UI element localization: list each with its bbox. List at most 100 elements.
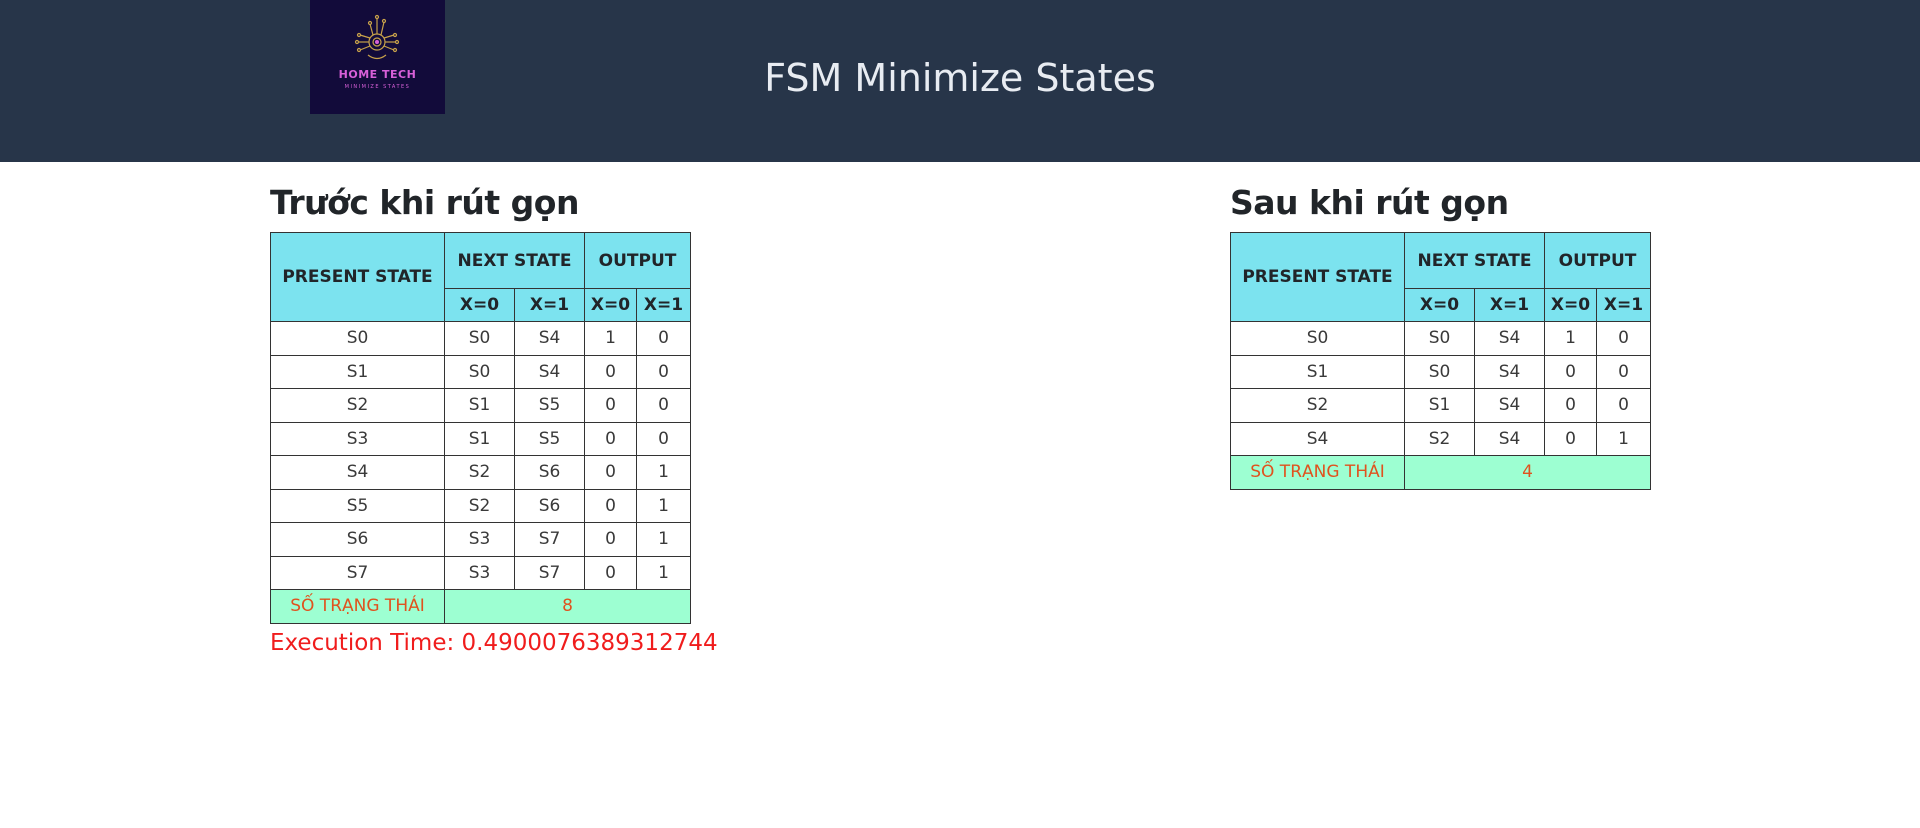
col-next-x0: X=0 (444, 288, 515, 322)
after-section: Sau khi rút gọn PRESENT STATE NEXT STATE… (1230, 178, 1651, 490)
table-row: S1 S0 S4 0 0 (1230, 354, 1651, 389)
before-section: Trước khi rút gọn PRESENT STATE NEXT STA… (270, 178, 718, 656)
col-output-x0: X=0 (584, 288, 637, 322)
table-row: S1 S0 S4 0 0 (270, 354, 691, 389)
output-x0-cell: 0 (1544, 354, 1597, 389)
next-x1-cell: S4 (514, 321, 585, 356)
present-state-cell: S1 (270, 354, 445, 389)
col-output-x0: X=0 (1544, 288, 1597, 322)
output-x1-cell: 0 (636, 388, 691, 423)
output-x0-cell: 0 (584, 388, 637, 423)
col-present-state: PRESENT STATE (270, 232, 445, 322)
next-x0-cell: S3 (444, 522, 515, 557)
output-x0-cell: 0 (584, 522, 637, 557)
next-x1-cell: S4 (1474, 321, 1545, 356)
present-state-cell: S4 (1230, 421, 1405, 456)
col-next-state: NEXT STATE (1404, 232, 1545, 289)
output-x0-cell: 0 (1544, 421, 1597, 456)
next-x0-cell: S1 (444, 388, 515, 423)
next-x0-cell: S0 (444, 321, 515, 356)
after-heading: Sau khi rút gọn (1230, 183, 1509, 222)
output-x1-cell: 1 (636, 522, 691, 557)
col-present-state: PRESENT STATE (1230, 232, 1405, 322)
state-count-value: 4 (1404, 455, 1651, 490)
col-output: OUTPUT (1544, 232, 1651, 289)
table-row: S7 S3 S7 0 1 (270, 555, 691, 590)
next-x0-cell: S3 (444, 555, 515, 590)
present-state-cell: S1 (1230, 354, 1405, 389)
output-x1-cell: 0 (1596, 354, 1651, 389)
col-next-x1: X=1 (514, 288, 585, 322)
table-row: S4 S2 S4 0 1 (1230, 421, 1651, 456)
next-x0-cell: S2 (444, 455, 515, 490)
next-x1-cell: S5 (514, 421, 585, 456)
next-x1-cell: S4 (514, 354, 585, 389)
table-row: S5 S2 S6 0 1 (270, 488, 691, 523)
present-state-cell: S7 (270, 555, 445, 590)
table-row: S2 S1 S5 0 0 (270, 388, 691, 423)
next-x0-cell: S0 (1404, 354, 1475, 389)
output-x1-cell: 1 (1596, 421, 1651, 456)
output-x0-cell: 1 (584, 321, 637, 356)
before-table: PRESENT STATE NEXT STATE OUTPUT X=0 X=1 … (270, 232, 691, 624)
present-state-cell: S4 (270, 455, 445, 490)
col-next-x1: X=1 (1474, 288, 1545, 322)
output-x1-cell: 0 (636, 354, 691, 389)
table-row: S4 S2 S6 0 1 (270, 455, 691, 490)
output-x0-cell: 0 (584, 421, 637, 456)
next-x0-cell: S0 (444, 354, 515, 389)
present-state-cell: S3 (270, 421, 445, 456)
table-row: S3 S1 S5 0 0 (270, 421, 691, 456)
output-x0-cell: 1 (1544, 321, 1597, 356)
output-x0-cell: 0 (1544, 388, 1597, 423)
next-x1-cell: S4 (1474, 421, 1545, 456)
output-x1-cell: 0 (1596, 388, 1651, 423)
next-x1-cell: S5 (514, 388, 585, 423)
present-state-cell: S5 (270, 488, 445, 523)
before-heading: Trước khi rút gọn (270, 183, 579, 222)
col-next-state: NEXT STATE (444, 232, 585, 289)
output-x1-cell: 1 (636, 488, 691, 523)
state-count-row: SỐ TRẠNG THÁI 8 (270, 589, 691, 624)
page-title: FSM Minimize States (764, 56, 1156, 100)
present-state-cell: S2 (270, 388, 445, 423)
execution-time: Execution Time: 0.4900076389312744 (270, 629, 718, 656)
state-count-label: SỐ TRẠNG THÁI (1230, 455, 1405, 490)
state-count-label: SỐ TRẠNG THÁI (270, 589, 445, 624)
output-x0-cell: 0 (584, 488, 637, 523)
output-x1-cell: 0 (1596, 321, 1651, 356)
next-x1-cell: S6 (514, 488, 585, 523)
col-output-x1: X=1 (636, 288, 691, 322)
state-count-row: SỐ TRẠNG THÁI 4 (1230, 455, 1651, 490)
after-table: PRESENT STATE NEXT STATE OUTPUT X=0 X=1 … (1230, 232, 1651, 490)
next-x1-cell: S6 (514, 455, 585, 490)
present-state-cell: S0 (270, 321, 445, 356)
app-header: HOME TECH MINIMIZE STATES FSM Minimize S… (0, 0, 1920, 162)
output-x0-cell: 0 (584, 354, 637, 389)
output-x1-cell: 0 (636, 421, 691, 456)
next-x0-cell: S1 (1404, 388, 1475, 423)
state-count-value: 8 (444, 589, 691, 624)
next-x0-cell: S0 (1404, 321, 1475, 356)
table-row: S0 S0 S4 1 0 (270, 321, 691, 356)
output-x1-cell: 1 (636, 455, 691, 490)
table-row: S0 S0 S4 1 0 (1230, 321, 1651, 356)
output-x0-cell: 0 (584, 555, 637, 590)
present-state-cell: S0 (1230, 321, 1405, 356)
next-x1-cell: S7 (514, 555, 585, 590)
next-x1-cell: S4 (1474, 354, 1545, 389)
table-row: S6 S3 S7 0 1 (270, 522, 691, 557)
next-x1-cell: S7 (514, 522, 585, 557)
output-x1-cell: 0 (636, 321, 691, 356)
col-next-x0: X=0 (1404, 288, 1475, 322)
col-output: OUTPUT (584, 232, 691, 289)
next-x0-cell: S2 (444, 488, 515, 523)
present-state-cell: S2 (1230, 388, 1405, 423)
next-x0-cell: S2 (1404, 421, 1475, 456)
col-output-x1: X=1 (1596, 288, 1651, 322)
table-row: S2 S1 S4 0 0 (1230, 388, 1651, 423)
next-x1-cell: S4 (1474, 388, 1545, 423)
output-x1-cell: 1 (636, 555, 691, 590)
present-state-cell: S6 (270, 522, 445, 557)
next-x0-cell: S1 (444, 421, 515, 456)
